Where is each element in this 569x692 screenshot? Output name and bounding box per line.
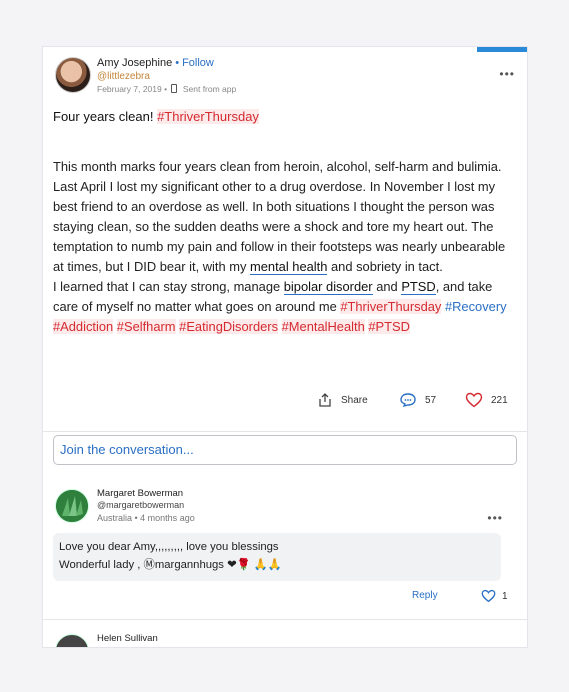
divider (43, 619, 527, 620)
hashtag-recovery[interactable]: #Recovery (444, 299, 507, 314)
comment-line-2: Wonderful lady , Ⓜmargannhugs ❤🌹 🙏🙏 (59, 559, 282, 571)
comment-like-button[interactable]: 1 (481, 589, 508, 603)
body-and: and (376, 279, 398, 294)
body-paragraph-2: I learned that I can stay strong, manage (53, 279, 281, 294)
link-mental-health[interactable]: mental health (250, 259, 328, 275)
link-bipolar-disorder[interactable]: bipolar disorder (283, 279, 373, 295)
title-hashtag[interactable]: #ThriverThursday (157, 109, 259, 124)
commenter-name[interactable]: Margaret Bowerman (97, 488, 183, 499)
commenter-handle[interactable]: @margaretbowerman (97, 500, 184, 510)
comments-button[interactable]: 57 (399, 392, 436, 408)
comment-meta: Australia • 4 months ago (97, 513, 195, 523)
comment-line-1: Love you dear Amy,,,,,,,,, love you bles… (59, 541, 279, 553)
separator-dot: • (175, 57, 180, 69)
share-label: Share (341, 394, 368, 406)
link-ptsd[interactable]: PTSD (401, 279, 436, 295)
comment-more-icon[interactable]: ••• (487, 511, 503, 525)
reply-button[interactable]: Reply (412, 590, 438, 601)
comment-bubble: Love you dear Amy,,,,,,,,, love you bles… (53, 533, 501, 581)
post-header: Amy Josephine • Follow @littlezebra Februa… (55, 57, 515, 97)
post-body: This month marks four years clean from h… (53, 157, 517, 337)
like-count: 221 (491, 394, 508, 406)
commenter-avatar[interactable] (55, 489, 89, 523)
leaf-avatar-icon (56, 490, 88, 522)
meta-separator: • (164, 84, 168, 94)
author-name[interactable]: Amy Josephine (97, 57, 172, 69)
hashtag-eatingdisorders[interactable]: #EatingDisorders (179, 319, 279, 334)
divider (43, 431, 527, 432)
post-title-text: Four years clean! (53, 109, 154, 124)
post-actions: Share 57 221 (43, 392, 527, 414)
comment-count: 57 (425, 394, 437, 406)
post-date: February 7, 2019 (97, 84, 162, 94)
hashtag-selfharm[interactable]: #Selfharm (116, 319, 176, 334)
follow-button[interactable]: Follow (182, 57, 214, 69)
phone-icon (171, 84, 178, 93)
share-icon (319, 393, 331, 407)
comment-like-count: 1 (502, 590, 508, 602)
commenter-avatar[interactable] (55, 634, 89, 647)
comment-icon (400, 393, 416, 408)
join-conversation-input[interactable]: Join the conversation... (53, 435, 517, 465)
share-button[interactable]: Share (317, 392, 368, 408)
post-source: Sent from app (182, 84, 237, 94)
body-paragraph-1-end: and sobriety in tact. (331, 259, 443, 274)
hashtag-addiction[interactable]: #Addiction (53, 319, 114, 334)
commenter-name[interactable]: Helen Sullivan (97, 633, 158, 644)
heart-icon (465, 392, 483, 408)
heart-icon (481, 589, 496, 603)
body-paragraph-1: This month marks four years clean from h… (53, 159, 506, 274)
author-avatar[interactable] (55, 57, 91, 93)
more-options-icon[interactable]: ••• (499, 67, 515, 81)
author-handle[interactable]: @littlezebra (97, 71, 150, 82)
post-title: Four years clean! #ThriverThursday (53, 109, 259, 124)
post-meta: February 7, 2019 • Sent from app (97, 84, 236, 94)
top-accent-bar (477, 47, 527, 52)
author-line: Amy Josephine • Follow (97, 57, 214, 69)
hashtag-ptsd[interactable]: #PTSD (368, 319, 410, 334)
hashtag-thriverthursday[interactable]: #ThriverThursday (340, 299, 442, 314)
post-card: Amy Josephine • Follow @littlezebra Februa… (42, 46, 528, 648)
hashtag-mentalhealth[interactable]: #MentalHealth (281, 319, 365, 334)
like-button[interactable]: 221 (465, 392, 508, 408)
